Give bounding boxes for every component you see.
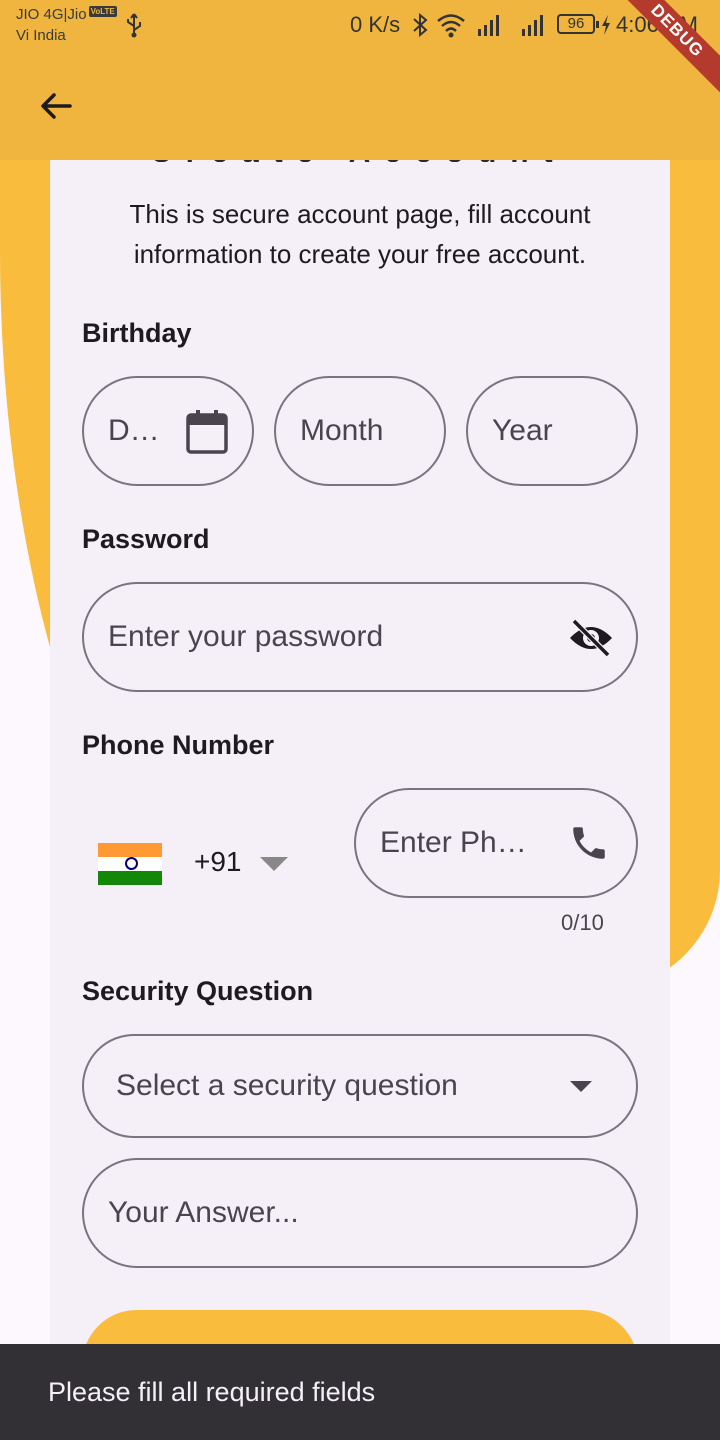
birthday-label: Birthday [82,318,192,348]
battery-icon: 96 [557,14,599,34]
india-flag-icon[interactable] [98,843,162,885]
phone-label: Phone Number [82,730,275,760]
password-label: Password [82,524,210,554]
security-answer-field[interactable]: Your Answer... [82,1158,638,1268]
security-answer-placeholder: Your Answer... [108,1196,299,1229]
charging-icon [602,15,610,35]
app-bar: JIO 4G|JioVoLTE Vi India 0 K/s 96 4 [0,0,720,160]
carrier-line-2: Vi India [16,27,66,44]
year-field[interactable]: Year [466,376,638,486]
usb-icon [127,13,141,38]
phone-char-counter: 0/10 [561,910,604,935]
month-field[interactable]: Month [274,376,446,486]
signal-icon [478,15,499,36]
day-placeholder: D… [108,414,160,447]
form-card: Create Account This is secure account pa… [50,150,670,1420]
password-placeholder: Enter your password [108,620,384,653]
snackbar-message: Please fill all required fields [48,1377,376,1407]
intro-text: This is secure account page, fill accoun… [129,199,591,269]
dropdown-arrow-icon[interactable] [570,1081,592,1092]
month-placeholder: Month [300,414,384,447]
phone-placeholder: Enter Ph… [380,826,527,859]
wifi-icon [437,14,465,38]
password-field[interactable]: Enter your password [82,582,638,692]
security-question-select[interactable]: Select a security question [82,1034,638,1138]
phone-icon [573,827,605,859]
phone-field[interactable]: Enter Ph… [354,788,638,898]
calendar-icon[interactable] [186,410,228,454]
dial-code[interactable]: +91 [194,846,242,878]
carrier-line-1: JIO 4G|Jio VoLTE [16,6,117,23]
carrier-name: JIO 4G|Jio [16,6,87,23]
day-field[interactable]: D… [82,376,254,486]
status-bar: JIO 4G|JioVoLTE Vi India 0 K/s 96 4 [0,0,720,56]
year-placeholder: Year [492,414,553,447]
security-question-label: Security Question [82,976,314,1006]
back-arrow-icon[interactable] [36,86,76,126]
bluetooth-icon [413,12,428,38]
security-question-placeholder: Select a security question [116,1069,458,1102]
snackbar: Please fill all required fields [0,1344,720,1440]
net-speed: 0 K/s [350,12,401,37]
visibility-off-icon[interactable] [568,618,614,658]
dropdown-arrow-icon[interactable] [260,857,288,871]
signal-icon-2 [522,15,543,36]
volte-badge: VoLTE [88,6,117,17]
